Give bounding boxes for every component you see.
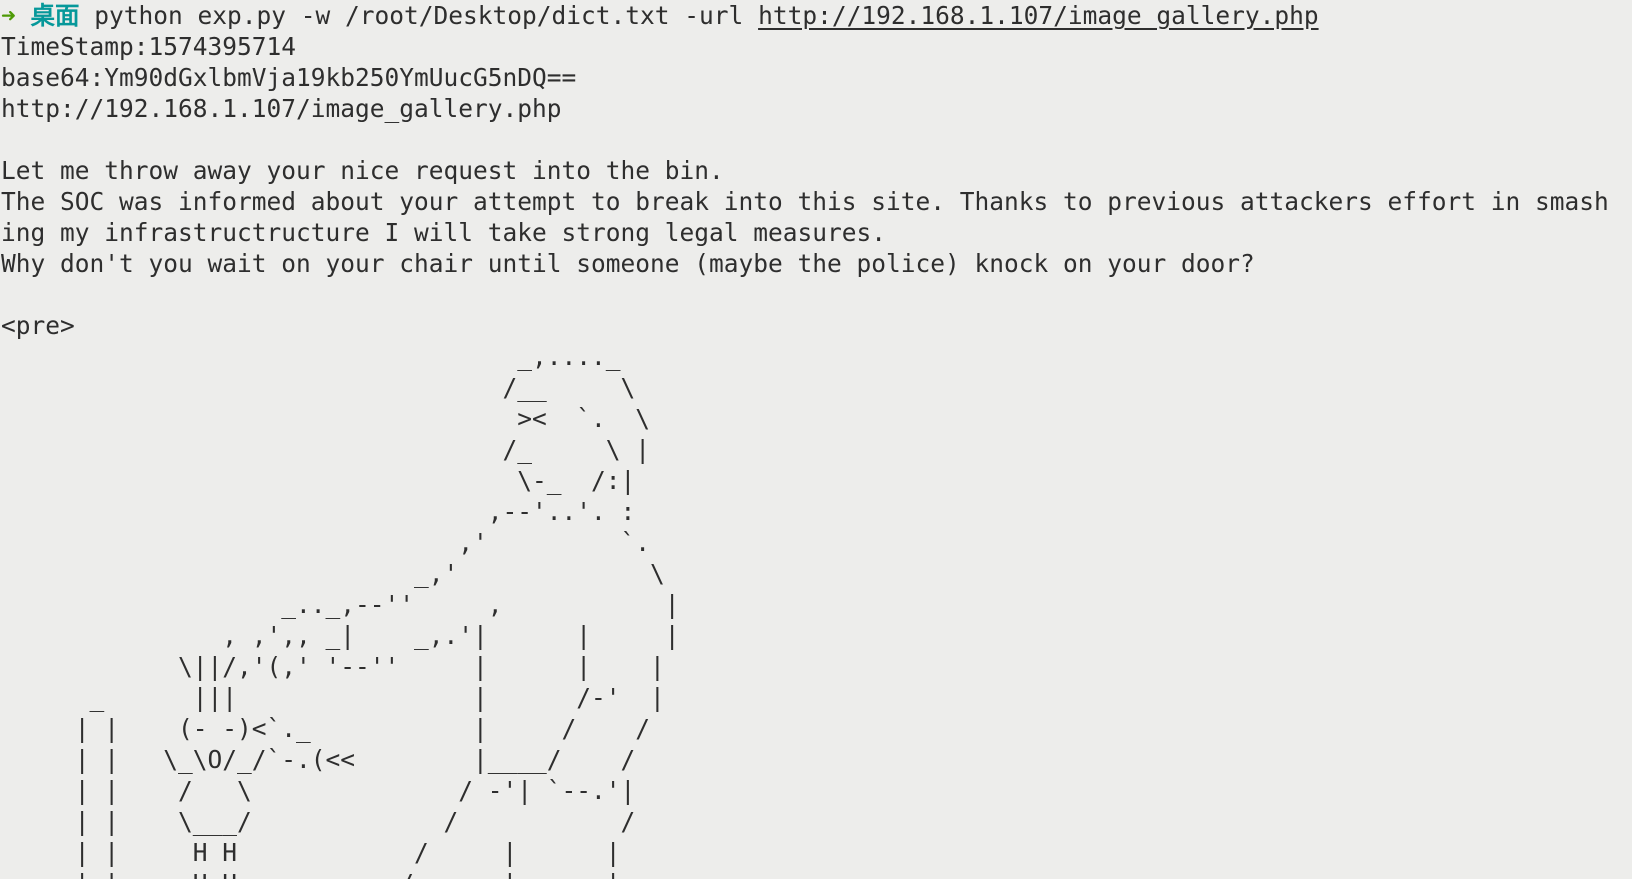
ascii-art-figure: _,...._ /__ \ >< `. \ /_ \ | \-_ /:| ,--… [74, 342, 680, 879]
command-text: python exp.py -w /root/Desktop/dict.txt … [94, 1, 759, 30]
output-message-line-2: The SOC was informed about your attempt … [1, 187, 1609, 216]
output-timestamp: TimeStamp:1574395714 [1, 32, 297, 61]
output-message-line-3: ing my infrastructructure I will take st… [1, 218, 887, 247]
output-base64: base64:Ym90dGxlbmVja19kb250YmUucG5nDQ== [1, 63, 577, 92]
command-url-link[interactable]: http://192.168.1.107/image_gallery.php [758, 1, 1319, 30]
terminal-window[interactable]: ➜ 桌面 python exp.py -w /root/Desktop/dict… [0, 0, 1632, 879]
output-blank-line [1, 124, 1632, 155]
output-blank-line [1, 279, 1632, 310]
prompt-arrow-icon: ➜ [1, 1, 16, 30]
output-target-url: http://192.168.1.107/image_gallery.php [1, 94, 562, 123]
output-pre-tag: <pre> [1, 311, 75, 340]
output-message-line-1: Let me throw away your nice request into… [1, 156, 724, 185]
output-message-line-4: Why don't you wait on your chair until s… [1, 249, 1255, 278]
prompt-directory: 桌面 [30, 1, 80, 30]
command-line: ➜ 桌面 python exp.py -w /root/Desktop/dict… [1, 0, 1632, 31]
